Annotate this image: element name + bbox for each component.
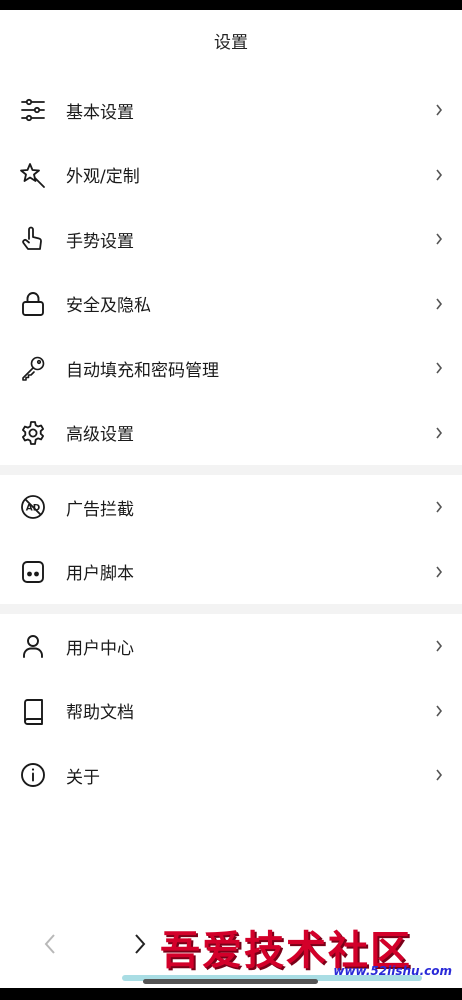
chevron-right-icon <box>436 769 443 781</box>
back-arrow-icon[interactable] <box>40 932 60 956</box>
menu-item-gesture-settings[interactable]: 手势设置 <box>0 207 462 272</box>
lock-icon <box>18 289 48 319</box>
menu-item-autofill-passwords[interactable]: 自动填充和密码管理 <box>0 336 462 401</box>
menu-item-label: 用户脚本 <box>66 564 134 585</box>
page-title: 设置 <box>214 32 248 53</box>
chevron-right-icon <box>436 233 443 245</box>
chevron-right-icon <box>436 298 443 310</box>
chevron-right-icon <box>436 705 443 717</box>
magic-wand-icon <box>18 160 48 190</box>
chevron-right-icon <box>436 427 443 439</box>
info-icon <box>18 760 48 790</box>
bottom-toolbar: 吾爱技术社区 www.52jishu.com <box>0 910 462 980</box>
menu-item-label: 手势设置 <box>66 231 134 252</box>
chevron-right-icon <box>436 566 443 578</box>
sliders-icon <box>18 95 48 125</box>
chevron-right-icon <box>436 640 443 652</box>
menu-item-user-center[interactable]: 用户中心 <box>0 614 462 679</box>
chevron-right-icon <box>436 362 443 374</box>
menu-item-label: 基本设置 <box>66 102 134 123</box>
menu-item-label: 高级设置 <box>66 425 134 446</box>
menu-item-security-privacy[interactable]: 安全及隐私 <box>0 272 462 337</box>
chevron-right-icon <box>436 169 443 181</box>
script-icon <box>18 557 48 587</box>
menu-item-label: 用户中心 <box>66 638 134 659</box>
settings-menu: 基本设置 外观/定制 手势设置 安全及隐私 自动填充和密码管理 高级设置 AD … <box>0 78 462 808</box>
section-divider <box>0 604 462 614</box>
menu-item-label: 关于 <box>66 767 100 788</box>
bottom-strip <box>0 988 462 1000</box>
book-icon <box>18 696 48 726</box>
menu-item-basic-settings[interactable]: 基本设置 <box>0 78 462 143</box>
menu-item-appearance[interactable]: 外观/定制 <box>0 143 462 208</box>
svg-text:AD: AD <box>26 504 40 514</box>
menu-item-label: 外观/定制 <box>66 167 140 188</box>
menu-item-advanced-settings[interactable]: 高级设置 <box>0 401 462 466</box>
key-icon <box>18 353 48 383</box>
menu-item-label: 广告拦截 <box>66 499 134 520</box>
chevron-right-icon <box>436 104 443 116</box>
menu-item-user-scripts[interactable]: 用户脚本 <box>0 540 462 605</box>
home-indicator[interactable] <box>143 979 318 984</box>
chevron-right-icon <box>436 501 443 513</box>
watermark: 吾爱技术社区 www.52jishu.com <box>160 918 460 980</box>
menu-item-ad-block[interactable]: AD 广告拦截 <box>0 475 462 540</box>
menu-item-about[interactable]: 关于 <box>0 743 462 808</box>
title-bar: 设置 <box>0 10 462 70</box>
menu-item-label: 安全及隐私 <box>66 296 151 317</box>
menu-item-label: 自动填充和密码管理 <box>66 360 219 381</box>
user-icon <box>18 631 48 661</box>
menu-item-label: 帮助文档 <box>66 703 134 724</box>
status-bar <box>0 0 462 10</box>
menu-item-help-docs[interactable]: 帮助文档 <box>0 679 462 744</box>
forward-arrow-icon[interactable] <box>130 932 150 956</box>
ad-block-icon: AD <box>18 492 48 522</box>
section-divider <box>0 465 462 475</box>
hand-pointer-icon <box>18 224 48 254</box>
gear-icon <box>18 418 48 448</box>
